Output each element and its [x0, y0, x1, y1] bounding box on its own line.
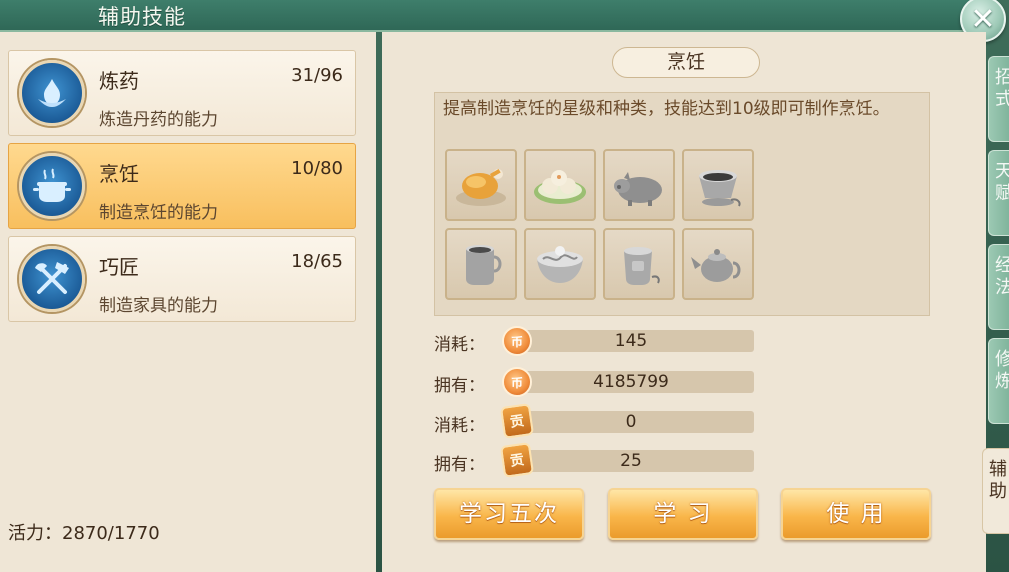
skill-count: 31/96	[291, 65, 343, 86]
window-frame: 辅助技能 ✕ 炼药 31/96 炼造丹药的能力 烹饪 10/80 制造烹饪的能力…	[0, 0, 1009, 572]
owned-label: 拥有：	[434, 455, 485, 475]
side-tab-auxiliary[interactable]: 辅助	[982, 448, 1009, 534]
hammer-axe-icon	[19, 246, 85, 312]
coin-icon: 币	[502, 367, 532, 397]
cost-label: 消耗：	[434, 335, 485, 355]
item-slot[interactable]	[445, 228, 517, 300]
item-slot[interactable]	[445, 149, 517, 221]
cooking-pot-icon	[19, 153, 85, 219]
noodle-bowl-icon	[537, 246, 583, 283]
coin-cost-value: 145	[508, 330, 754, 352]
vitality-text: 活力：2870/1770	[8, 523, 160, 544]
skill-name: 巧匠	[99, 255, 139, 279]
skill-name: 炼药	[99, 69, 139, 93]
item-slot[interactable]	[524, 149, 596, 221]
item-slot[interactable]	[603, 228, 675, 300]
roast-chicken-icon	[456, 169, 506, 206]
window-title: 辅助技能	[98, 5, 186, 29]
side-tab-cultivation[interactable]: 修炼	[988, 338, 1009, 424]
skill-card-cooking[interactable]: 烹饪 10/80 制造烹饪的能力	[8, 143, 356, 229]
merit-cost-value: 0	[508, 411, 754, 433]
skill-count: 10/80	[291, 158, 343, 179]
learn-button[interactable]: 学 习	[608, 488, 758, 540]
item-slot[interactable]	[682, 228, 754, 300]
item-slot[interactable]	[603, 149, 675, 221]
coin-owned-value: 4185799	[508, 371, 754, 393]
merit-badge-icon: 贡	[499, 403, 535, 439]
coin-icon: 币	[502, 326, 532, 356]
side-tab-talent[interactable]: 天赋	[988, 150, 1009, 236]
buns-plate-icon	[534, 170, 586, 204]
owned-label: 拥有：	[434, 376, 485, 396]
skill-name: 烹饪	[99, 162, 139, 186]
tea-mug-icon	[466, 245, 502, 285]
tea-cup-2-icon	[624, 247, 660, 285]
roast-pig-icon	[614, 172, 662, 206]
skill-desc: 炼造丹药的能力	[99, 110, 218, 130]
skill-card-alchemy[interactable]: 炼药 31/96 炼造丹药的能力	[8, 50, 356, 136]
lotus-flame-icon	[19, 60, 85, 126]
item-slot[interactable]	[524, 228, 596, 300]
merit-badge-icon: 贡	[499, 442, 535, 478]
side-tab-scripture[interactable]: 经法	[988, 244, 1009, 330]
description-box: 提高制造烹饪的星级和种类，技能达到10级即可制作烹饪。	[434, 92, 930, 316]
title-bar: 辅助技能	[0, 0, 970, 32]
skill-detail-panel: 烹饪 提高制造烹饪的星级和种类，技能达到10级即可制作烹饪。 消耗： 145 币…	[382, 32, 986, 572]
skill-count: 18/65	[291, 251, 343, 272]
use-button[interactable]: 使 用	[781, 488, 931, 540]
merit-owned-value: 25	[508, 450, 754, 472]
cost-label: 消耗：	[434, 416, 485, 436]
teapot-icon	[691, 249, 741, 282]
side-tab-moves[interactable]: 招式	[988, 56, 1009, 142]
learn-five-times-button[interactable]: 学习五次	[434, 488, 584, 540]
skill-desc: 制造烹饪的能力	[99, 203, 218, 223]
skill-desc: 制造家具的能力	[99, 296, 218, 316]
detail-title: 烹饪	[612, 47, 760, 78]
skill-card-craftsman[interactable]: 巧匠 18/65 制造家具的能力	[8, 236, 356, 322]
skill-list-panel: 炼药 31/96 炼造丹药的能力 烹饪 10/80 制造烹饪的能力 巧匠 18/…	[0, 32, 376, 572]
item-slot[interactable]	[682, 149, 754, 221]
tea-cup-icon	[699, 170, 741, 207]
skill-description: 提高制造烹饪的星级和种类，技能达到10级即可制作烹饪。	[443, 99, 890, 119]
